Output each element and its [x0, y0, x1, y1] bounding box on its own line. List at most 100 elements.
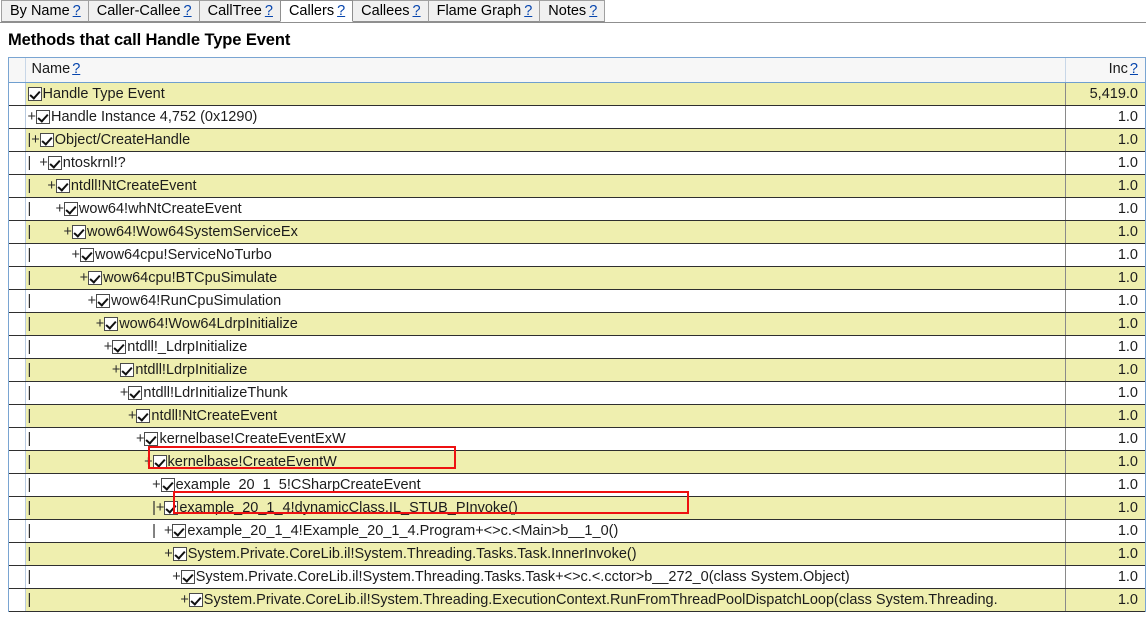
- cell-name[interactable]: | + kernelbase!CreateEventW: [25, 450, 1065, 474]
- cell-name[interactable]: | + System.Private.CoreLib.il!System.Thre…: [25, 588, 1065, 612]
- name-help-icon[interactable]: ?: [72, 61, 80, 77]
- cell-name[interactable]: | + wow64!Wow64LdrpInitialize: [25, 312, 1065, 336]
- table-row[interactable]: | + example_20_1_5!CSharpCreateEvent 1.0: [9, 473, 1145, 497]
- cell-name[interactable]: | + example_20_1_5!CSharpCreateEvent: [25, 473, 1065, 497]
- row-checkbox[interactable]: [88, 270, 103, 285]
- row-checkbox[interactable]: [63, 201, 78, 216]
- row-gutter: [9, 358, 26, 382]
- tree-indent-guides: +: [27, 108, 36, 125]
- tab-calltree[interactable]: CallTree?: [198, 0, 281, 22]
- cell-name[interactable]: | + ntdll!LdrInitializeThunk: [25, 381, 1065, 405]
- table-row[interactable]: | + System.Private.CoreLib.il!System.Thre…: [9, 565, 1145, 589]
- table-row[interactable]: | + kernelbase!CreateEventExW 1.0: [9, 427, 1145, 451]
- tab-callees[interactable]: Callees?: [352, 0, 429, 22]
- cell-name[interactable]: | + ntdll!LdrpInitialize: [25, 358, 1065, 382]
- row-label: ntdll!LdrInitializeThunk: [143, 384, 288, 401]
- row-checkbox[interactable]: [80, 247, 95, 262]
- row-checkbox[interactable]: [172, 523, 187, 538]
- tab-help-icon[interactable]: ?: [184, 3, 192, 19]
- table-row[interactable]: | + System.Private.CoreLib.il!System.Thre…: [9, 542, 1145, 566]
- table-row[interactable]: | + ntdll!LdrInitializeThunk 1.0: [9, 381, 1145, 405]
- cell-name[interactable]: | + System.Private.CoreLib.il!System.Thre…: [25, 565, 1065, 589]
- tab-help-icon[interactable]: ?: [524, 3, 532, 19]
- table-row[interactable]: | + ntdll!NtCreateEvent 1.0: [9, 174, 1145, 198]
- table-row[interactable]: |+ Object/CreateHandle 1.0: [9, 128, 1145, 152]
- row-checkbox[interactable]: [47, 155, 62, 170]
- cell-name[interactable]: | + wow64cpu!ServiceNoTurbo: [25, 243, 1065, 267]
- cell-name[interactable]: Handle Type Event: [25, 82, 1065, 106]
- row-checkbox[interactable]: [152, 454, 167, 469]
- cell-name[interactable]: | | + example_20_1_4!Example_20_1_4.Progr…: [25, 519, 1065, 543]
- table-row[interactable]: | + ntoskrnl!? 1.0: [9, 151, 1145, 175]
- tab-notes[interactable]: Notes?: [539, 0, 606, 22]
- column-header-name[interactable]: Name?: [25, 58, 1066, 83]
- row-checkbox[interactable]: [164, 500, 179, 515]
- row-checkbox[interactable]: [27, 86, 42, 101]
- cell-name[interactable]: + Handle Instance 4,752 (0x1290): [25, 105, 1065, 129]
- row-checkbox[interactable]: [180, 569, 195, 584]
- table-row[interactable]: | + System.Private.CoreLib.il!System.Thre…: [9, 588, 1145, 612]
- cell-name[interactable]: | + ntdll!NtCreateEvent: [25, 174, 1065, 198]
- row-checkbox[interactable]: [96, 293, 111, 308]
- tab-by-name[interactable]: By Name?: [1, 0, 89, 22]
- row-checkbox[interactable]: [172, 546, 187, 561]
- tab-help-icon[interactable]: ?: [413, 3, 421, 19]
- cell-name[interactable]: | + ntoskrnl!?: [25, 151, 1065, 175]
- cell-name[interactable]: | + ntdll!_LdrpInitialize: [25, 335, 1065, 359]
- page-title: Methods that call Handle Type Event: [8, 31, 291, 49]
- tab-help-icon[interactable]: ?: [337, 3, 345, 19]
- tab-flame-graph[interactable]: Flame Graph?: [427, 0, 541, 22]
- table-row[interactable]: | | + example_20_1_4!Example_20_1_4.Progr…: [9, 519, 1145, 543]
- row-checkbox[interactable]: [144, 431, 159, 446]
- row-checkbox[interactable]: [136, 408, 151, 423]
- row-label: ntoskrnl!?: [62, 154, 126, 171]
- table-row[interactable]: | + wow64cpu!ServiceNoTurbo 1.0: [9, 243, 1145, 267]
- table-row[interactable]: | + kernelbase!CreateEventW 1.0: [9, 450, 1145, 474]
- table-row[interactable]: | |+ example_20_1_4!dynamicClass.IL_STUB_…: [9, 496, 1145, 520]
- row-checkbox[interactable]: [128, 385, 143, 400]
- table-row[interactable]: | + ntdll!NtCreateEvent 1.0: [9, 404, 1145, 428]
- cell-name[interactable]: | + wow64!whNtCreateEvent: [25, 197, 1065, 221]
- tab-callers[interactable]: Callers?: [279, 0, 354, 22]
- row-checkbox[interactable]: [35, 109, 50, 124]
- row-checkbox[interactable]: [71, 224, 86, 239]
- table-row[interactable]: | + wow64!Wow64SystemServiceEx 1.0: [9, 220, 1145, 244]
- inc-help-icon[interactable]: ?: [1130, 61, 1138, 77]
- cell-name[interactable]: | + System.Private.CoreLib.il!System.Thre…: [25, 542, 1065, 566]
- cell-name[interactable]: | + kernelbase!CreateEventExW: [25, 427, 1065, 451]
- column-header-gutter: [9, 58, 26, 83]
- row-checkbox[interactable]: [104, 316, 119, 331]
- table-row[interactable]: + Handle Instance 4,752 (0x1290) 1.0: [9, 105, 1145, 129]
- cell-inc: 1.0: [1064, 496, 1145, 520]
- cell-inc: 1.0: [1064, 128, 1145, 152]
- table-row[interactable]: | + wow64!Wow64LdrpInitialize 1.0: [9, 312, 1145, 336]
- row-checkbox[interactable]: [55, 178, 70, 193]
- table-row[interactable]: | + wow64cpu!BTCpuSimulate 1.0: [9, 266, 1145, 290]
- table-row[interactable]: | + ntdll!_LdrpInitialize 1.0: [9, 335, 1145, 359]
- cell-name[interactable]: | + ntdll!NtCreateEvent: [25, 404, 1065, 428]
- cell-name[interactable]: | + wow64!RunCpuSimulation: [25, 289, 1065, 313]
- row-checkbox[interactable]: [39, 132, 54, 147]
- table-row[interactable]: | + ntdll!LdrpInitialize 1.0: [9, 358, 1145, 382]
- table-row[interactable]: | + wow64!RunCpuSimulation 1.0: [9, 289, 1145, 313]
- cell-name[interactable]: | + wow64!Wow64SystemServiceEx: [25, 220, 1065, 244]
- row-gutter: [9, 197, 26, 221]
- row-gutter: [9, 496, 26, 520]
- tab-caller-callee[interactable]: Caller-Callee?: [87, 0, 200, 22]
- cell-name[interactable]: |+ Object/CreateHandle: [25, 128, 1065, 152]
- column-header-inc[interactable]: Inc?: [1065, 58, 1145, 83]
- cell-name[interactable]: | + wow64cpu!BTCpuSimulate: [25, 266, 1065, 290]
- tab-help-icon[interactable]: ?: [265, 3, 273, 19]
- table-row[interactable]: | + wow64!whNtCreateEvent 1.0: [9, 197, 1145, 221]
- row-checkbox[interactable]: [188, 592, 203, 607]
- row-gutter: [9, 151, 26, 175]
- row-checkbox[interactable]: [160, 477, 175, 492]
- row-checkbox[interactable]: [112, 339, 127, 354]
- table-row[interactable]: Handle Type Event 5,419.0: [9, 82, 1145, 106]
- tab-help-icon[interactable]: ?: [73, 3, 81, 19]
- row-checkbox[interactable]: [120, 362, 135, 377]
- view-tabs: By Name? Caller-Callee? CallTree? Callers? C…: [0, 0, 1146, 23]
- cell-name[interactable]: | |+ example_20_1_4!dynamicClass.IL_STUB_…: [25, 496, 1065, 520]
- grid-header: Name? Inc?: [9, 58, 1145, 83]
- tab-help-icon[interactable]: ?: [589, 3, 597, 19]
